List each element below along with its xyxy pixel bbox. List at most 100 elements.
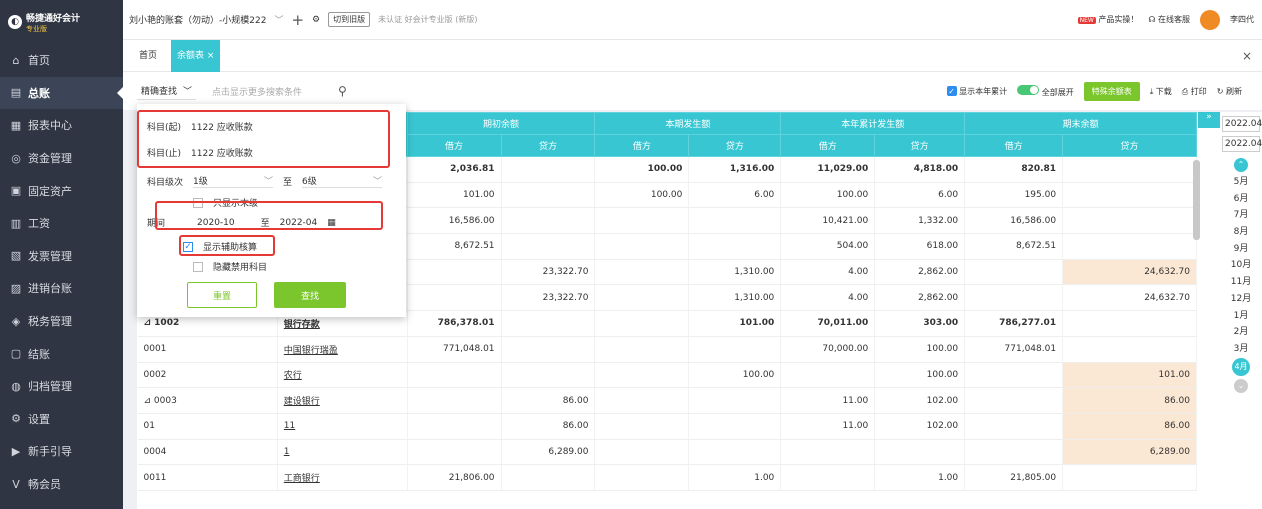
sidebar-item-7[interactable]: ▨ 进销台账: [0, 272, 123, 305]
search-icon[interactable]: ⚲: [338, 84, 347, 98]
refresh-button[interactable]: ↻ 刷新: [1217, 86, 1242, 97]
invoice-icon: ▧: [10, 249, 22, 263]
subject-name-link[interactable]: 11: [277, 413, 408, 440]
amount-cell: 100.00: [780, 182, 876, 209]
timeline-year-end[interactable]: 2022.04: [1222, 136, 1262, 152]
hide-disabled-checkbox[interactable]: [193, 261, 203, 272]
timeline-month[interactable]: 7月: [1220, 207, 1262, 224]
amount-cell: [964, 362, 1064, 389]
expand-panel-icon[interactable]: »: [1198, 112, 1220, 128]
timeline-year-start[interactable]: 2022.04: [1222, 116, 1262, 132]
table-row[interactable]: 01 11 86.00 11.00 102.00 86.00: [137, 413, 1197, 440]
hide-disabled-label: 隐藏禁用科目: [213, 263, 268, 273]
level-to-select[interactable]: 6级 ﹀: [302, 174, 383, 188]
sidebar-item-13[interactable]: V 畅会员: [0, 468, 123, 501]
reset-button[interactable]: 重置: [187, 282, 257, 308]
timeline-month[interactable]: 8月: [1220, 224, 1262, 241]
gear-icon[interactable]: ⚙: [312, 15, 320, 25]
vertical-scrollbar[interactable]: [1193, 160, 1200, 240]
switch-old-version-button[interactable]: 切到旧版: [328, 12, 371, 27]
amount-cell: 86.00: [501, 413, 596, 440]
print-button[interactable]: ⎙ 打印: [1182, 86, 1207, 97]
table-row[interactable]: 0011 工商银行 21,806.00 1.00 1.00 21,805.00: [137, 464, 1197, 491]
timeline-month[interactable]: 6月: [1220, 191, 1262, 208]
chevron-down-icon[interactable]: ⌄: [1234, 378, 1248, 393]
sidebar-item-2[interactable]: ▦ 报表中心: [0, 109, 123, 142]
subject-name-link[interactable]: 工商银行: [277, 464, 408, 491]
amount-cell: 70,000.00: [780, 336, 876, 363]
timeline-month-current[interactable]: 4月: [1232, 357, 1250, 376]
sidebar-item-11[interactable]: ⚙ 设置: [0, 403, 123, 436]
promo-link[interactable]: NEW 产品实操！: [1077, 14, 1138, 25]
avatar[interactable]: [1200, 9, 1220, 30]
amount-cell: [780, 464, 876, 491]
subject-name-link[interactable]: 中国银行瑞盈: [277, 336, 408, 363]
sidebar-item-12[interactable]: ▶ 新手引导: [0, 435, 123, 468]
sidebar-item-4[interactable]: ▣ 固定资产: [0, 174, 123, 207]
online-service-link[interactable]: ☊ 在线客服: [1148, 14, 1190, 25]
amount-cell: [501, 207, 596, 235]
add-icon[interactable]: +: [291, 11, 304, 29]
sidebar-item-0[interactable]: ⌂ 首页: [0, 44, 123, 77]
subject-name-link[interactable]: 建设银行: [277, 387, 408, 414]
amount-cell: [874, 439, 966, 466]
subject-code: 01: [137, 413, 278, 440]
timeline-month[interactable]: 12月: [1220, 291, 1262, 308]
table-row[interactable]: ⊿ 0003 建设银行 86.00 11.00 102.00 86.00: [137, 387, 1197, 414]
amount-cell: 4.00: [780, 284, 876, 312]
close-icon[interactable]: ×: [1242, 49, 1252, 63]
table-row[interactable]: 0001 中国银行瑞盈 771,048.01 70,000.00 100.00 771,0…: [137, 336, 1197, 363]
chevron-up-icon[interactable]: ⌃: [1234, 158, 1248, 172]
amount-cell: 86.00: [501, 387, 596, 414]
tab-home[interactable]: 首页: [133, 40, 163, 72]
expand-all-toggle[interactable]: 全部展开: [1017, 84, 1074, 98]
search-conditions-input[interactable]: 点击显示更多搜索条件: [212, 85, 332, 98]
amount-cell: 102.00: [874, 413, 966, 440]
certification-status[interactable]: 未认证 好会计专业版 (新版): [378, 14, 477, 25]
search-button[interactable]: 查找: [274, 282, 346, 308]
chevron-down-icon[interactable]: ﹀: [274, 13, 283, 26]
sidebar-item-5[interactable]: ▥ 工资: [0, 207, 123, 240]
timeline-month[interactable]: 2月: [1220, 324, 1262, 341]
subject-name-link[interactable]: 1: [277, 439, 408, 466]
header-credit: 贷方: [874, 134, 966, 157]
fund-icon: ◎: [11, 151, 21, 165]
amount-cell: [407, 439, 502, 466]
table-row[interactable]: 0002 农行 100.00 100.00 101.00: [137, 362, 1197, 389]
amount-cell: [594, 464, 690, 491]
show-year-total-checkbox[interactable]: ✓ 显示本年累计: [946, 86, 1007, 97]
timeline-month[interactable]: 9月: [1220, 241, 1262, 258]
amount-cell: [1062, 207, 1197, 235]
amount-cell: [501, 362, 596, 389]
timeline-month[interactable]: 3月: [1220, 341, 1262, 358]
tab-balance-sheet[interactable]: 余额表 ×: [171, 39, 221, 72]
table-row[interactable]: 0004 1 6,289.00 6,289.00: [137, 439, 1197, 466]
sidebar-item-label: 畅会员: [28, 478, 61, 492]
download-button[interactable]: ⤓ 下载: [1150, 86, 1172, 97]
amount-cell: 1,316.00: [688, 156, 782, 183]
amount-cell: [594, 259, 690, 286]
user-name[interactable]: 李四代: [1230, 14, 1254, 25]
sidebar-item-10[interactable]: ◍ 归档管理: [0, 370, 123, 403]
subject-name-link[interactable]: 农行: [277, 362, 408, 389]
search-mode-select[interactable]: 精确查找 ﹀: [137, 82, 197, 100]
sidebar-item-8[interactable]: ◈ 税务管理: [0, 305, 123, 338]
level-from-select[interactable]: 1级 ﹀: [193, 174, 274, 188]
timeline-month[interactable]: 11月: [1220, 274, 1262, 291]
sidebar-item-3[interactable]: ◎ 资金管理: [0, 142, 123, 175]
amount-cell: 2,036.81: [407, 156, 502, 183]
sidebar-item-9[interactable]: ▢ 结账: [0, 337, 123, 370]
timeline-month[interactable]: 5月: [1220, 174, 1262, 191]
amount-cell: [964, 284, 1064, 312]
highlight-box: [155, 201, 383, 230]
header-debit: 借方: [964, 134, 1064, 157]
timeline-month[interactable]: 1月: [1220, 308, 1262, 325]
amount-cell: [780, 362, 876, 389]
header-credit: 贷方: [1062, 134, 1197, 157]
account-selector[interactable]: 刘小艳的账套（勿动）-小规模222: [129, 13, 266, 26]
sidebar-item-6[interactable]: ▧ 发票管理: [0, 240, 123, 273]
sidebar-item-1[interactable]: ▤ 总账: [0, 76, 123, 110]
special-balance-button[interactable]: 特殊余额表: [1083, 81, 1140, 101]
vip-icon: V: [12, 477, 20, 491]
timeline-month[interactable]: 10月: [1220, 257, 1262, 274]
